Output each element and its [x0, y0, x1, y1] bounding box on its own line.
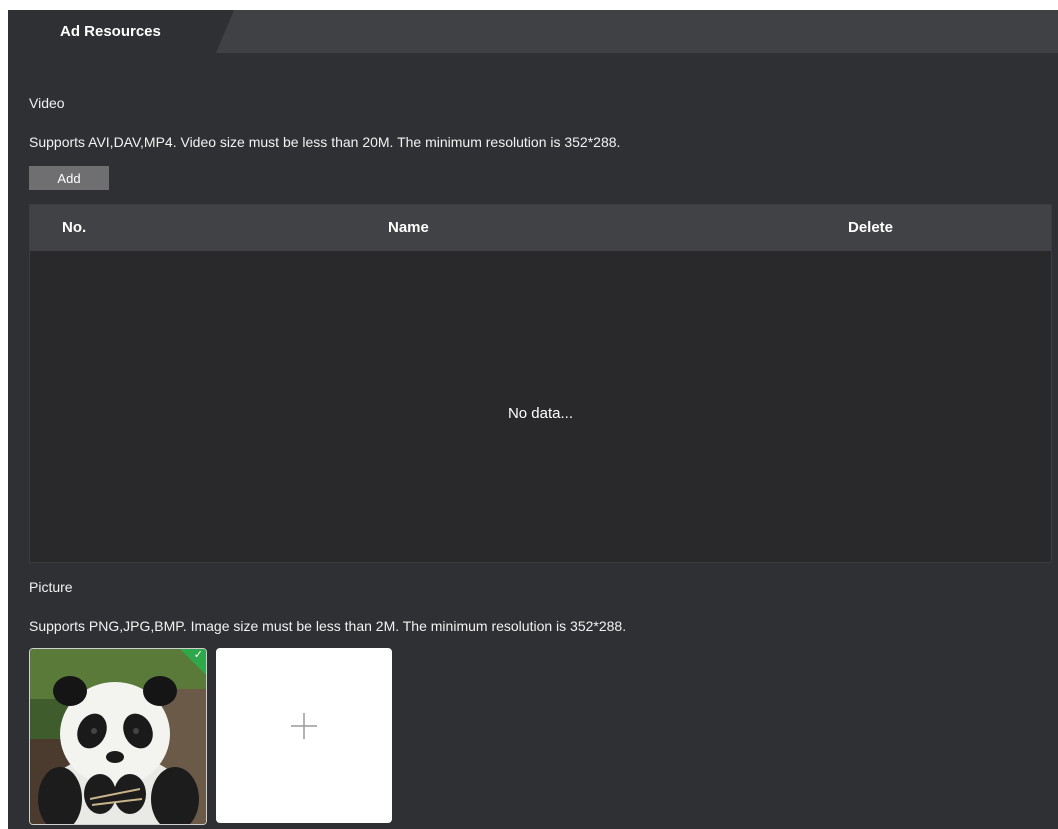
- video-format-hint: Supports AVI,DAV,MP4. Video size must be…: [29, 134, 621, 150]
- picture-format-hint: Supports PNG,JPG,BMP. Image size must be…: [29, 618, 627, 634]
- tab-bar: Ad Resources: [8, 10, 1058, 53]
- tab-ad-resources[interactable]: Ad Resources: [8, 10, 234, 53]
- column-header-delete: Delete: [848, 219, 894, 236]
- add-video-button[interactable]: Add: [29, 166, 109, 190]
- add-picture-button[interactable]: [216, 648, 392, 823]
- video-section-title: Video: [29, 95, 65, 111]
- video-table-header: No. Name Delete: [30, 205, 1051, 251]
- panda-image: [30, 649, 206, 824]
- picture-thumbnail[interactable]: ✓: [29, 648, 207, 825]
- column-header-no: No.: [62, 219, 87, 236]
- check-icon: ✓: [193, 649, 203, 661]
- column-header-name: Name: [388, 219, 429, 236]
- ad-resources-panel: Ad Resources Video Supports AVI,DAV,MP4.…: [8, 10, 1058, 829]
- plus-icon: [216, 706, 392, 751]
- picture-section-title: Picture: [29, 579, 73, 595]
- video-table: No. Name Delete No data...: [29, 204, 1052, 563]
- empty-table-message: No data...: [507, 405, 574, 422]
